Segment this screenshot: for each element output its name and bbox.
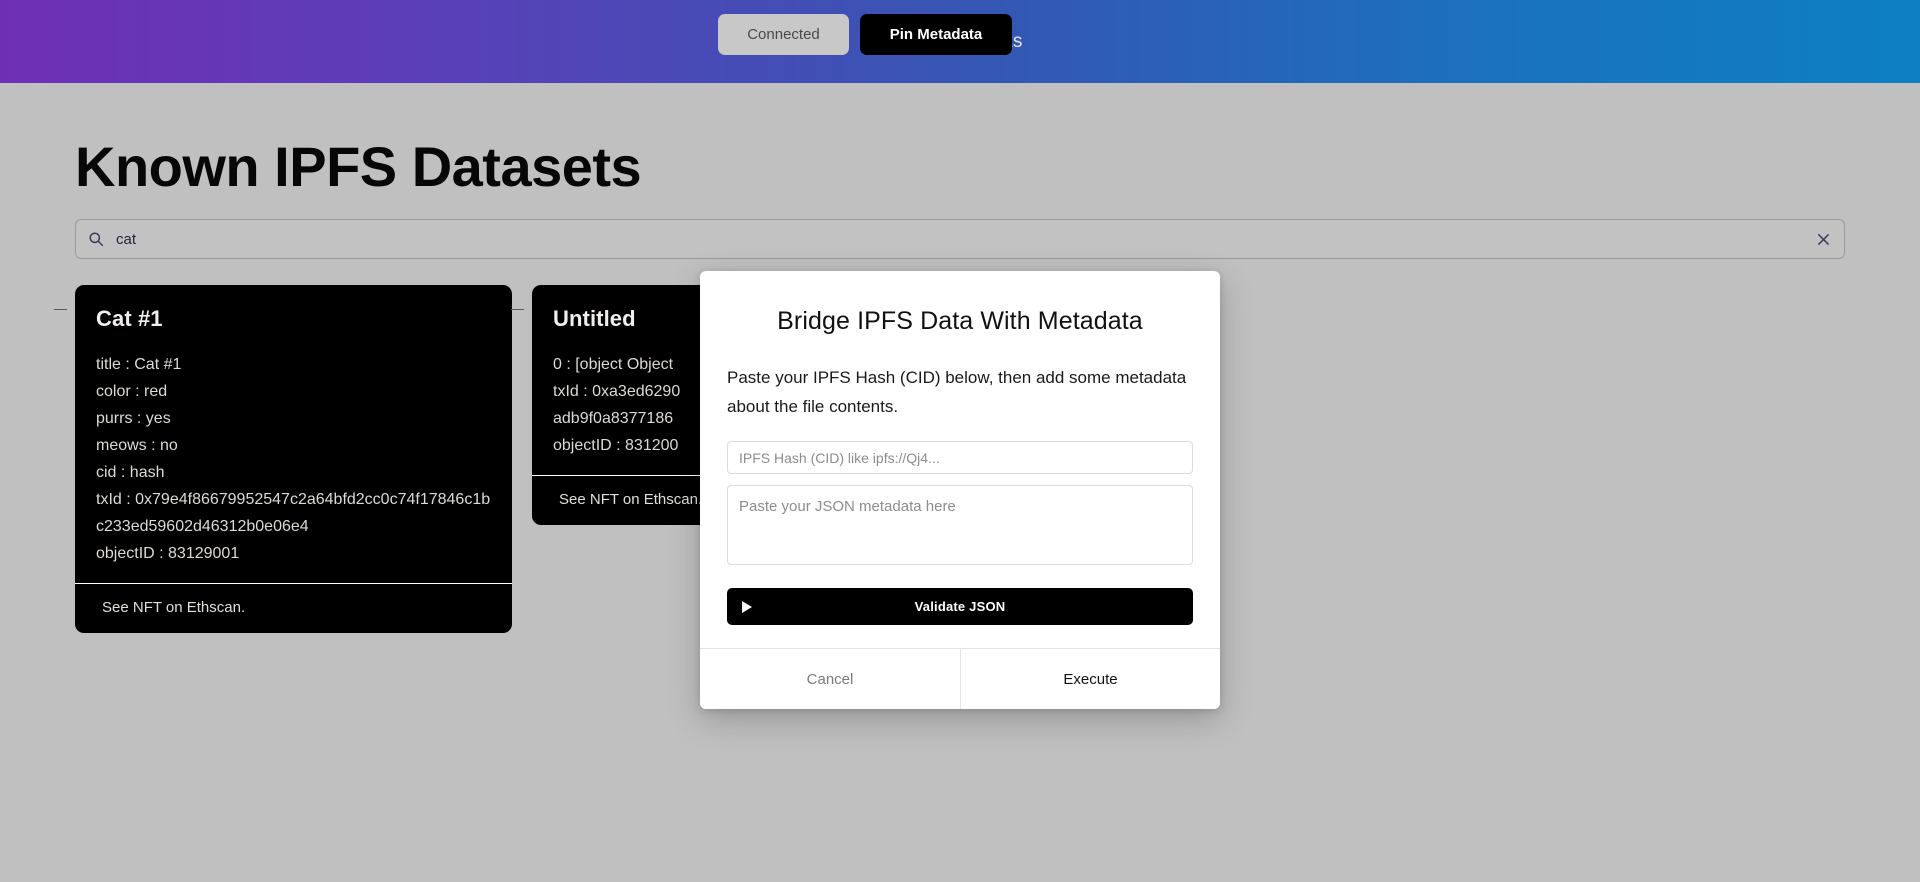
dialog-title: Bridge IPFS Data With Metadata	[777, 307, 1143, 335]
cancel-button[interactable]: Cancel	[700, 649, 960, 709]
dialog-body: Paste your IPFS Hash (CID) below, then a…	[700, 336, 1220, 625]
dataset-field: title : Cat #1	[96, 356, 182, 374]
search-row	[75, 219, 1845, 260]
dataset-field: txId : 0x79e4f86679952547c2a64bfd2cc0c74…	[96, 491, 491, 536]
dataset-field: purrs : yes	[96, 410, 171, 428]
dataset-field: meows : no	[96, 437, 178, 455]
page-content: Known IPFS Datasets Ca	[0, 83, 1920, 709]
list-marker-icon	[54, 309, 67, 311]
dialog-footer: Cancel Execute	[700, 648, 1220, 709]
play-icon	[742, 600, 752, 613]
dataset-card-title: Cat #1	[96, 306, 163, 332]
connected-button[interactable]: Connected	[718, 14, 849, 55]
dataset-card-body: Cat #1 title : Cat #1 color : red purrs …	[75, 285, 512, 583]
dataset-field: objectID : 83129001	[96, 545, 240, 563]
dataset-card[interactable]: Cat #1 title : Cat #1 color : red purrs …	[75, 285, 512, 634]
list-marker-icon	[511, 309, 524, 311]
ipfs-hash-input[interactable]	[727, 441, 1193, 474]
validate-json-label: Validate JSON	[914, 599, 1006, 614]
search-box[interactable]	[75, 219, 1845, 260]
dataset-field: color : red	[96, 383, 168, 401]
app-header: IPFS Datasets Connected Pin Metadata	[0, 0, 1920, 83]
page-title: Known IPFS Datasets	[75, 135, 642, 198]
json-metadata-textarea[interactable]	[727, 485, 1193, 565]
pin-metadata-button[interactable]: Pin Metadata	[860, 14, 1012, 55]
see-nft-link[interactable]: See NFT on Ethscan.	[75, 584, 512, 633]
close-icon[interactable]	[1814, 230, 1832, 248]
search-input[interactable]	[114, 219, 1814, 260]
validate-json-button[interactable]: Validate JSON	[727, 588, 1193, 625]
search-icon	[88, 231, 104, 247]
dialog-description: Paste your IPFS Hash (CID) below, then a…	[727, 368, 1187, 416]
dataset-card-wrapper: Cat #1 title : Cat #1 color : red purrs …	[54, 285, 512, 634]
dataset-field: cid : hash	[96, 464, 165, 482]
header-actions: Connected Pin Metadata	[718, 14, 1012, 55]
execute-button[interactable]: Execute	[960, 649, 1220, 709]
bridge-metadata-dialog: Bridge IPFS Data With Metadata Paste you…	[700, 271, 1220, 709]
